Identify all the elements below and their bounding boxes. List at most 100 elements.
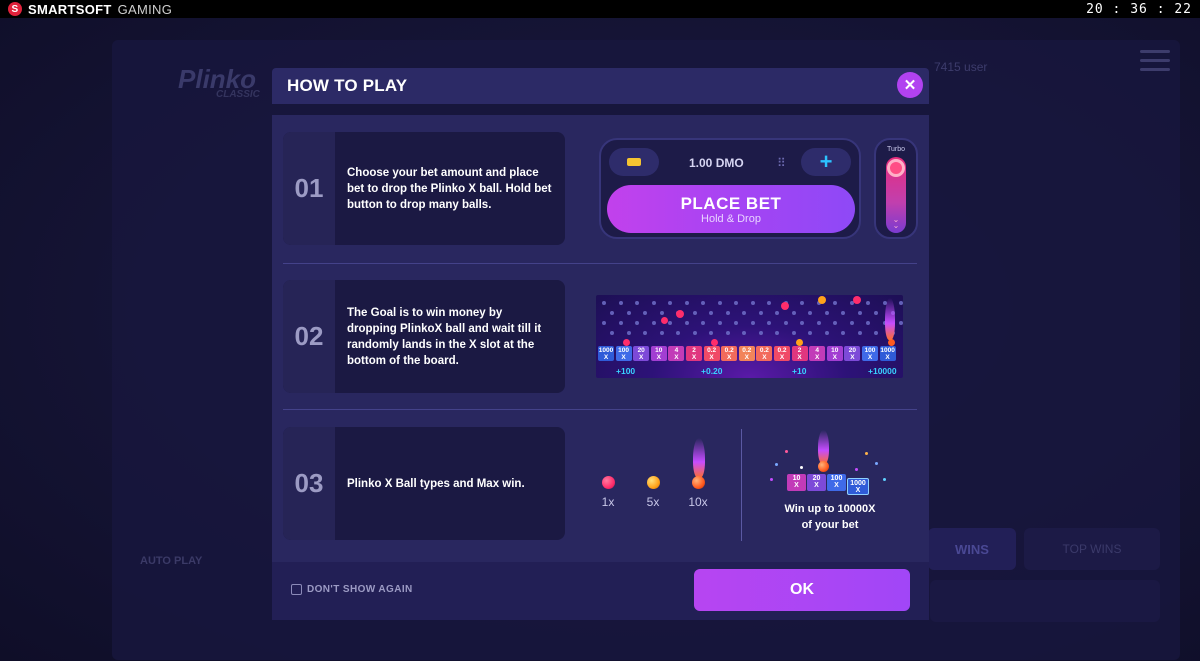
board-peg bbox=[742, 311, 746, 315]
board-peg bbox=[758, 311, 763, 315]
ball-icon bbox=[796, 339, 803, 346]
board-peg bbox=[874, 331, 878, 335]
ball-icon bbox=[661, 317, 668, 324]
board-peg bbox=[800, 301, 804, 305]
chevron-down-icon: ⌄ ⌄ bbox=[892, 215, 900, 230]
board-peg bbox=[709, 331, 713, 335]
ok-button[interactable]: OK bbox=[694, 569, 910, 611]
board-peg bbox=[899, 321, 903, 325]
board-peg bbox=[668, 301, 672, 305]
board-peg bbox=[767, 321, 771, 325]
max-win-illustration: Win up to 10000X of your bet 10 X 20 X 100 X 1… bbox=[755, 428, 905, 544]
close-button[interactable]: ✕ bbox=[897, 72, 923, 98]
sparkle bbox=[775, 463, 778, 466]
sparkle bbox=[883, 478, 886, 481]
plinko-board-illustration: 1000 X 100 X 20 X 10 X 4 X 2 X 0.2 X 0.2 X 0.2 X 0.2 X 0.2 X 2… bbox=[596, 295, 903, 378]
board-peg bbox=[602, 321, 606, 325]
board-peg bbox=[791, 331, 796, 335]
board-peg bbox=[668, 321, 672, 325]
dont-show-again-label: DON'T SHOW AGAIN bbox=[307, 584, 413, 595]
multiplier-slot: 100 X bbox=[862, 346, 878, 361]
ball-type-1x: 1x bbox=[594, 476, 622, 509]
turbo-slider-illustration: Turbo ⌄ ⌄ bbox=[874, 138, 918, 239]
board-peg bbox=[709, 311, 713, 315]
board-peg bbox=[643, 311, 647, 315]
board-peg bbox=[742, 331, 746, 335]
board-peg bbox=[758, 331, 763, 335]
board-peg bbox=[676, 331, 680, 335]
multiplier-slot: 10 X bbox=[650, 346, 667, 361]
step-number: 03 bbox=[283, 427, 335, 540]
board-peg bbox=[833, 301, 837, 305]
ball-type-10x: 10x bbox=[683, 476, 713, 509]
ball-icon bbox=[691, 476, 705, 489]
board-peg bbox=[775, 331, 779, 335]
ball-icon bbox=[711, 339, 718, 346]
ball-icon bbox=[781, 302, 789, 310]
win-amount-label: +10000 bbox=[868, 366, 897, 376]
board-peg bbox=[643, 331, 647, 335]
multiplier-slot: 10 X bbox=[826, 346, 843, 361]
top-bar: S SMARTSOFT GAMING 20 : 36 : 22 bbox=[0, 0, 1200, 18]
board-peg bbox=[626, 331, 631, 335]
modal-header: HOW TO PLAY ✕ bbox=[272, 68, 929, 104]
multiplier-slot: 1000 X bbox=[847, 478, 869, 495]
max-win-line-2: of your bet bbox=[801, 519, 859, 531]
board-peg bbox=[734, 321, 738, 325]
board-peg bbox=[808, 311, 812, 315]
board-peg bbox=[725, 331, 730, 335]
board-peg bbox=[651, 321, 656, 325]
hamburger-menu-icon[interactable] bbox=[1140, 50, 1170, 72]
win-amount-label: +10 bbox=[792, 366, 807, 376]
game-logo: Plinko CLASSIC bbox=[178, 64, 260, 100]
ball-type-5x: 5x bbox=[639, 476, 667, 509]
bet-amount: 1.00 DMO bbox=[689, 156, 744, 170]
multiplier-slot: 0.2 X bbox=[703, 346, 720, 361]
ball-icon bbox=[888, 339, 895, 346]
sparkle bbox=[800, 466, 803, 469]
multiplier-slot: 20 X bbox=[807, 474, 826, 491]
sparkle bbox=[785, 450, 788, 453]
board-peg bbox=[899, 301, 903, 305]
max-win-line-1: Win up to 10000X bbox=[784, 503, 876, 515]
board-peg bbox=[692, 331, 697, 335]
ball-icon bbox=[818, 461, 829, 472]
board-peg bbox=[734, 301, 738, 305]
turbo-label: Turbo bbox=[886, 146, 906, 153]
multiplier-slot: 1000 X bbox=[879, 346, 896, 361]
step-text: Plinko X Ball types and Max win. bbox=[347, 477, 525, 490]
brand-suffix: GAMING bbox=[117, 1, 173, 17]
multiplier-slot: 0.2 X bbox=[774, 346, 790, 361]
sparkle bbox=[770, 478, 773, 481]
board-peg bbox=[824, 331, 829, 335]
multiplier-slot: 100 X bbox=[827, 474, 846, 491]
turbo-track: ⌄ ⌄ bbox=[886, 157, 906, 233]
multiplier-slot: 2X bbox=[686, 346, 702, 361]
ball-icon bbox=[601, 476, 615, 489]
dont-show-again-toggle[interactable]: DON'T SHOW AGAIN bbox=[291, 584, 413, 595]
board-peg bbox=[701, 321, 705, 325]
divider bbox=[283, 263, 917, 264]
autoplay-label: AUTO PLAY bbox=[140, 555, 203, 567]
board-peg bbox=[866, 301, 870, 305]
ball-icon bbox=[646, 476, 660, 489]
multiplier-slot: 4X bbox=[809, 346, 826, 361]
step-3: 03 Plinko X Ball types and Max win. bbox=[283, 427, 565, 540]
vertical-divider bbox=[741, 429, 742, 541]
place-bet-sub-label: Hold & Drop bbox=[701, 212, 761, 225]
board-peg bbox=[610, 311, 614, 315]
modal-body[interactable]: 01 Choose your bet amount and place bet … bbox=[272, 115, 929, 562]
multiplier-slot: 20 X bbox=[844, 346, 861, 361]
ball-icon bbox=[676, 310, 684, 318]
win-amount-label: +0.20 bbox=[701, 366, 723, 376]
board-peg bbox=[610, 331, 614, 335]
board-peg bbox=[602, 301, 606, 305]
board-peg bbox=[816, 321, 821, 325]
divider bbox=[283, 409, 917, 410]
board-peg bbox=[775, 311, 779, 315]
step-number: 02 bbox=[283, 280, 335, 393]
multiplier-slot: 0.2 X bbox=[721, 346, 738, 361]
multiplier-slot: 100 X bbox=[615, 346, 632, 361]
checkbox[interactable] bbox=[291, 584, 302, 595]
board-peg bbox=[717, 321, 722, 325]
